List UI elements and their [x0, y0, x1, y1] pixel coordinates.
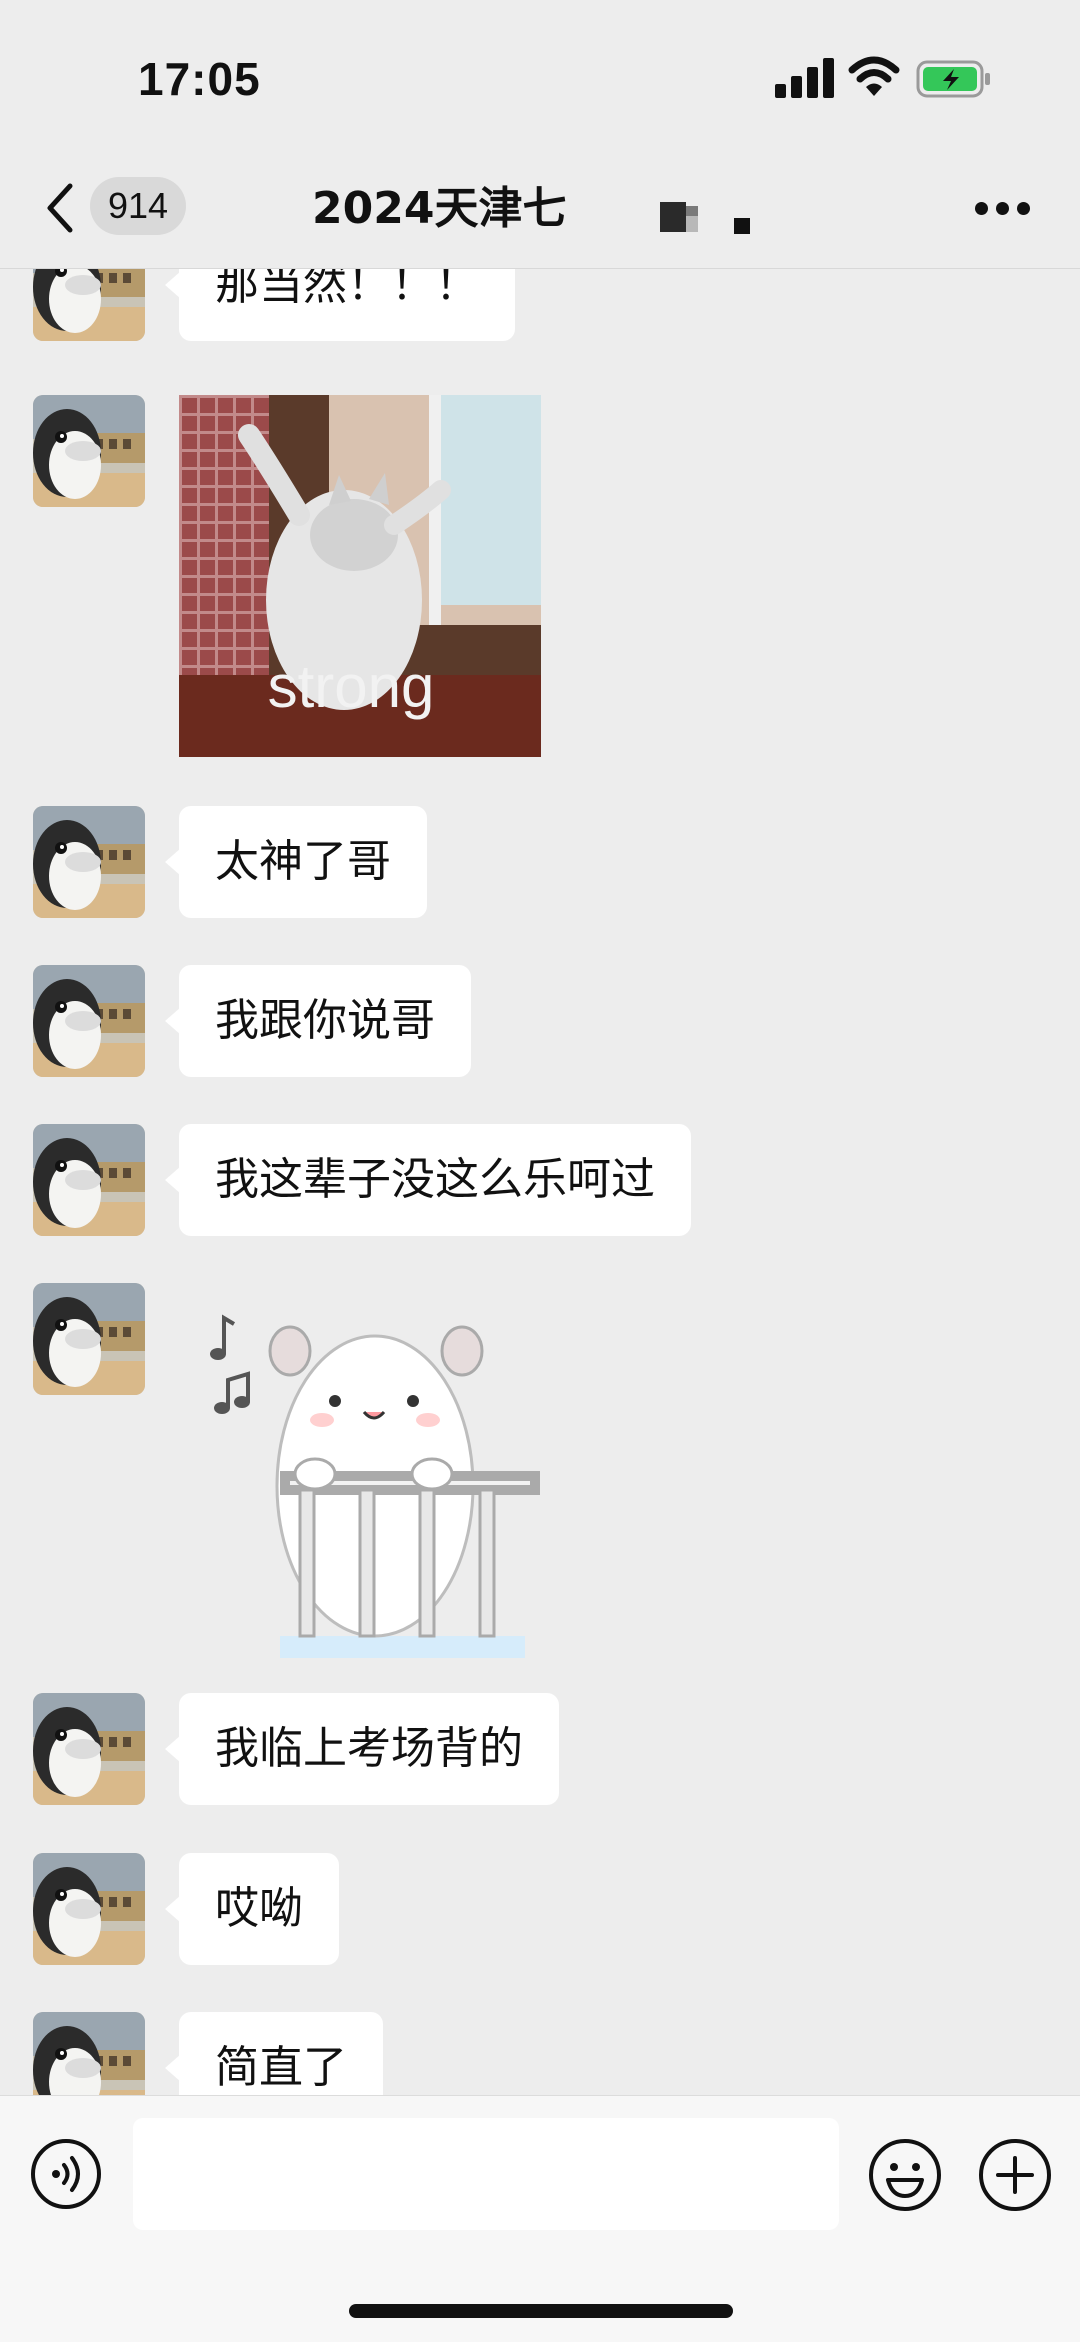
avatar[interactable]: [33, 269, 145, 341]
message-bubble[interactable]: 简直了: [165, 2012, 383, 2095]
status-time: 17:05: [138, 53, 261, 105]
message-input[interactable]: [133, 2118, 839, 2230]
signal-icon: [775, 58, 835, 98]
message-bubble[interactable]: 那当然！！！: [165, 269, 515, 341]
avatar[interactable]: [33, 806, 145, 918]
message-bubble[interactable]: 我临上考场背的: [165, 1693, 559, 1805]
message-list[interactable]: 那当然！！！ strong 太神了哥 我跟你说哥 我这辈子没这么乐呵过 我临上考…: [0, 269, 1080, 2095]
avatar[interactable]: [33, 395, 145, 507]
home-indicator: [349, 2304, 733, 2318]
input-bar: [0, 2095, 1080, 2342]
message-bubble[interactable]: 太神了哥: [165, 806, 427, 918]
hamster-sticker-icon[interactable]: [200, 1296, 550, 1658]
wifi-icon: [848, 56, 900, 96]
avatar[interactable]: [33, 1283, 145, 1395]
chat-title[interactable]: 2024天津七: [312, 180, 590, 238]
status-bar: 17:05: [0, 0, 1080, 150]
emoji-icon[interactable]: [868, 2138, 942, 2212]
battery-icon: [916, 60, 990, 98]
message-bubble[interactable]: 哎呦: [165, 1853, 339, 1965]
voice-icon[interactable]: [30, 2138, 102, 2210]
chat-header: 914 2024天津七: [0, 150, 1080, 269]
chevron-left-icon[interactable]: [40, 180, 80, 236]
unread-count-badge[interactable]: 914: [90, 177, 186, 235]
avatar[interactable]: [33, 2012, 145, 2095]
sticker-caption: strong: [268, 653, 435, 720]
avatar[interactable]: [33, 1853, 145, 1965]
plus-icon[interactable]: [978, 2138, 1052, 2212]
more-dots-icon[interactable]: [975, 202, 1031, 216]
sticker-image[interactable]: strong: [179, 395, 541, 757]
cat-sticker-icon: strong: [179, 395, 541, 757]
message-bubble[interactable]: 我跟你说哥: [165, 965, 471, 1077]
avatar[interactable]: [33, 1124, 145, 1236]
avatar[interactable]: [33, 965, 145, 1077]
avatar[interactable]: [33, 1693, 145, 1805]
message-bubble[interactable]: 我这辈子没这么乐呵过: [165, 1124, 691, 1236]
